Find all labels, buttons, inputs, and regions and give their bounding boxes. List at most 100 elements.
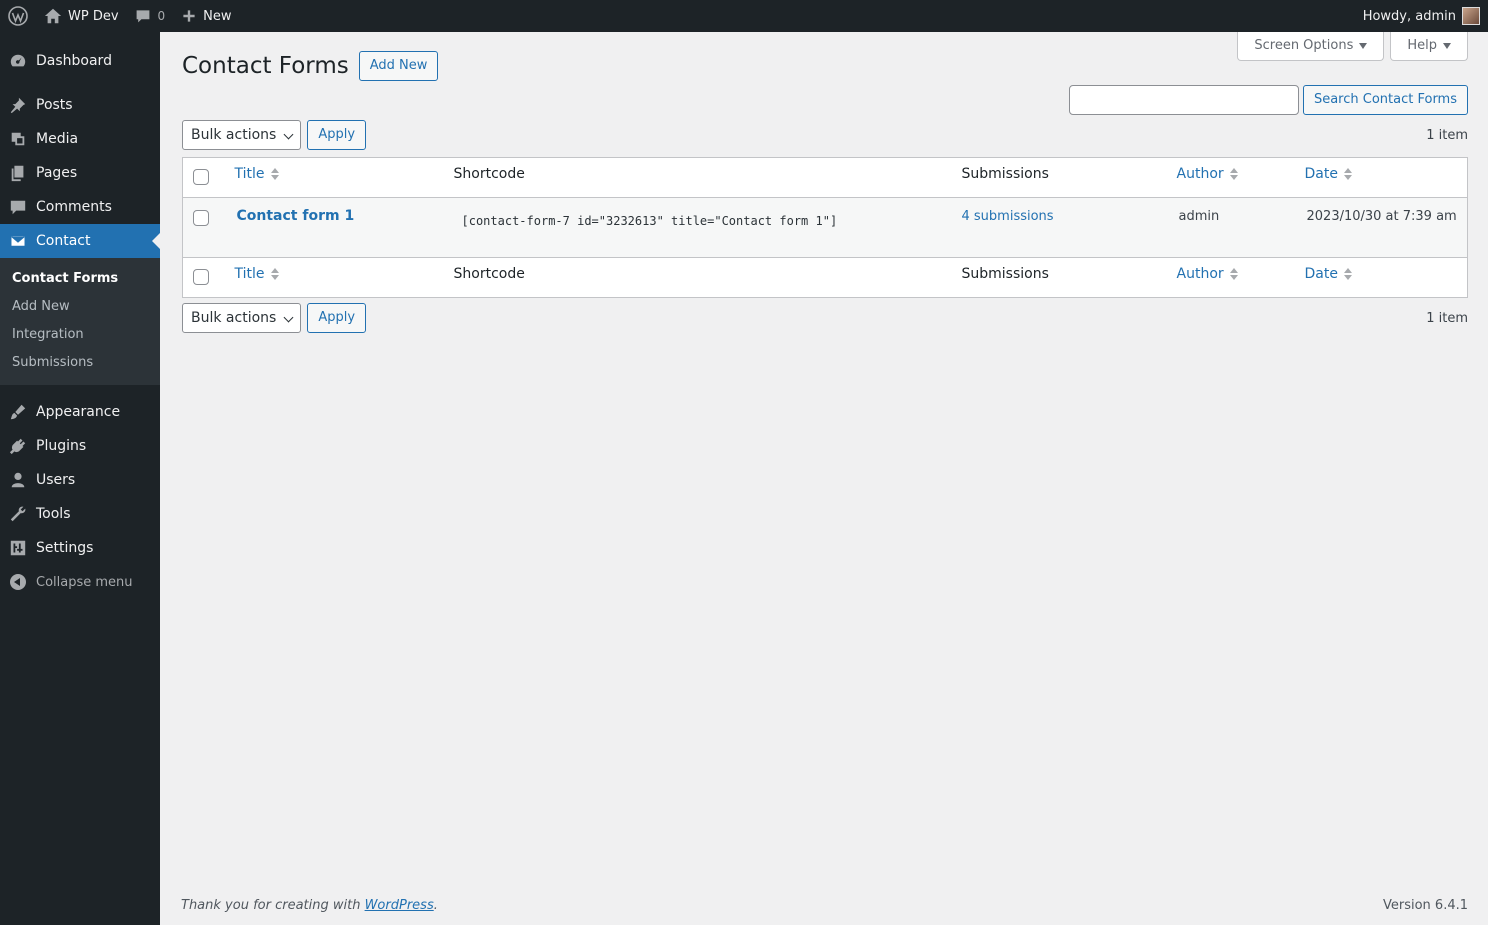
page-header: Contact Forms Add New — [182, 51, 439, 81]
apply-button[interactable]: Apply — [307, 120, 367, 150]
column-title[interactable]: Title — [225, 158, 444, 198]
sidebar-item-media[interactable]: Media — [0, 122, 160, 156]
sidebar-item-label: Tools — [36, 506, 71, 522]
bulk-actions-label: Bulk actions — [191, 310, 277, 326]
screen-options-label: Screen Options — [1254, 38, 1354, 53]
chevron-down-icon — [283, 312, 294, 323]
submenu-submissions[interactable]: Submissions — [0, 349, 160, 377]
sort-icon — [270, 268, 279, 280]
avatar — [1462, 7, 1480, 25]
sidebar-item-label: Dashboard — [36, 53, 112, 69]
sidebar-item-label: Plugins — [36, 438, 87, 454]
new-content-link[interactable]: New — [173, 0, 239, 32]
contact-submenu: Contact Forms Add New Integration Submis… — [0, 258, 160, 385]
column-author-footer[interactable]: Author — [1167, 258, 1295, 298]
table-row: Contact form 1 [contact-form-7 id="32326… — [182, 197, 1468, 258]
user-icon — [11, 472, 25, 488]
sort-icon — [1343, 268, 1352, 280]
contact-forms-table: Title Shortcode Submissions Author Date … — [182, 157, 1468, 298]
comment-icon — [136, 10, 149, 23]
submissions-link[interactable]: 4 submissions — [962, 209, 1054, 224]
item-count-bottom: 1 item — [1426, 310, 1468, 326]
plus-icon — [183, 10, 195, 22]
sort-icon — [1229, 168, 1238, 180]
column-date-label: Date — [1304, 266, 1338, 282]
sidebar-item-dashboard[interactable]: Dashboard — [0, 44, 160, 78]
search-input[interactable] — [1068, 85, 1299, 115]
column-submissions: Submissions — [961, 166, 1049, 182]
pages-icon — [11, 165, 24, 182]
sidebar-item-label: Contact — [36, 233, 91, 249]
sidebar-item-label: Appearance — [36, 404, 121, 420]
sidebar-item-label: Settings — [36, 540, 94, 556]
select-all-checkbox-footer[interactable] — [193, 269, 209, 285]
tablenav-top: Bulk actions Apply 1 item — [182, 120, 1468, 150]
screen-meta-links: Screen Options Help — [1237, 32, 1468, 61]
dashboard-icon — [10, 54, 26, 67]
pin-icon — [10, 97, 26, 114]
sidebar-item-users[interactable]: Users — [0, 463, 160, 497]
bulk-actions-select-bottom[interactable]: Bulk actions — [182, 303, 302, 333]
column-title-label: Title — [234, 166, 265, 182]
plug-icon — [9, 438, 26, 455]
comments-link[interactable]: 0 — [127, 0, 174, 32]
admin-menu: Dashboard Posts Media Pages Comments Con… — [0, 32, 160, 925]
submenu-add-new[interactable]: Add New — [0, 293, 160, 321]
sidebar-item-settings[interactable]: Settings — [0, 531, 160, 565]
new-label: New — [203, 8, 232, 24]
help-label: Help — [1407, 38, 1437, 53]
bulk-actions-select[interactable]: Bulk actions — [182, 120, 302, 150]
add-new-button[interactable]: Add New — [358, 51, 439, 81]
sidebar-item-contact[interactable]: Contact — [0, 224, 160, 258]
tablenav-bottom: Bulk actions Apply 1 item — [182, 303, 1468, 333]
page-title: Contact Forms — [182, 53, 349, 79]
wordpress-logo-icon — [8, 6, 28, 26]
select-all-checkbox[interactable] — [193, 169, 209, 185]
site-name: WP Dev — [68, 8, 119, 24]
sort-icon — [1229, 268, 1238, 280]
media-icon — [11, 132, 25, 146]
column-date[interactable]: Date — [1295, 158, 1468, 198]
sidebar-item-posts[interactable]: Posts — [0, 88, 160, 122]
table-footer-row: Title Shortcode Submissions Author Date — [182, 257, 1468, 298]
column-author[interactable]: Author — [1167, 158, 1295, 198]
thanks-text: Thank you for creating with — [181, 898, 365, 913]
item-count: 1 item — [1426, 127, 1468, 143]
wordpress-logo-button[interactable] — [0, 0, 36, 32]
form-title-link[interactable]: Contact form 1 — [237, 208, 355, 224]
caret-down-icon — [1443, 42, 1451, 49]
date-value: 2023/10/30 at 7:39 am — [1306, 209, 1457, 224]
comment-icon — [10, 200, 26, 215]
table-header-row: Title Shortcode Submissions Author Date — [182, 158, 1468, 198]
wordpress-link[interactable]: WordPress — [365, 898, 434, 913]
column-title-footer[interactable]: Title — [225, 258, 444, 298]
row-checkbox[interactable] — [193, 210, 209, 226]
sidebar-item-tools[interactable]: Tools — [0, 497, 160, 531]
sidebar-item-label: Media — [36, 131, 79, 147]
sidebar-item-plugins[interactable]: Plugins — [0, 429, 160, 463]
sidebar-item-comments[interactable]: Comments — [0, 190, 160, 224]
home-icon — [44, 8, 62, 24]
brush-icon — [10, 404, 26, 420]
column-date-footer[interactable]: Date — [1295, 258, 1468, 298]
column-submissions-footer: Submissions — [961, 266, 1049, 282]
collapse-menu-button[interactable]: Collapse menu — [0, 565, 160, 599]
collapse-icon — [10, 574, 26, 590]
wrench-icon — [10, 506, 26, 522]
author-value: admin — [1178, 209, 1220, 224]
site-name-link[interactable]: WP Dev — [36, 0, 127, 32]
submenu-integration[interactable]: Integration — [0, 321, 160, 349]
sidebar-item-pages[interactable]: Pages — [0, 156, 160, 190]
column-shortcode-footer: Shortcode — [453, 266, 525, 282]
column-date-label: Date — [1304, 166, 1338, 182]
collapse-menu-label: Collapse menu — [36, 574, 133, 590]
sidebar-item-label: Comments — [36, 199, 112, 215]
apply-button-bottom[interactable]: Apply — [307, 303, 367, 333]
screen-options-button[interactable]: Screen Options — [1237, 32, 1385, 61]
help-button[interactable]: Help — [1390, 32, 1468, 61]
search-button[interactable]: Search Contact Forms — [1302, 85, 1468, 115]
comments-count: 0 — [157, 9, 166, 23]
submenu-contact-forms[interactable]: Contact Forms — [0, 265, 160, 293]
sidebar-item-appearance[interactable]: Appearance — [0, 395, 160, 429]
my-account[interactable]: Howdy, admin — [1363, 7, 1488, 25]
